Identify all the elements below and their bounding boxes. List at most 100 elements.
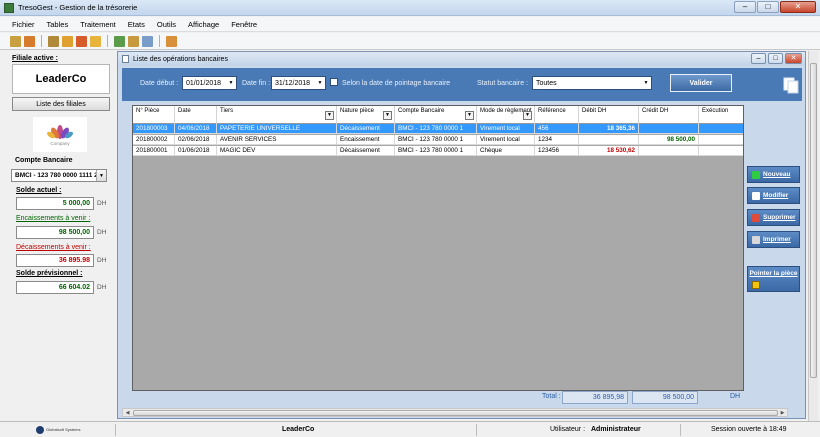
valider-button[interactable]: Valider xyxy=(670,74,732,92)
col-header-mode[interactable]: Mode de règlement ▼ xyxy=(477,106,535,124)
cell-tiers: MAGIC DEV xyxy=(217,146,337,156)
document-icon xyxy=(122,55,129,63)
menu-affichage[interactable]: Affichage xyxy=(188,20,219,29)
globe-icon xyxy=(36,425,44,434)
calendar-dropdown-icon[interactable]: ▼ xyxy=(227,78,235,88)
scroll-left-icon[interactable]: ◀ xyxy=(123,409,132,416)
brand-text: Globalsoft Systems xyxy=(46,427,81,432)
user-settings-icon[interactable] xyxy=(166,35,177,47)
vertical-scrollbar[interactable] xyxy=(808,51,818,421)
cell-debit: 18 365,36 xyxy=(579,124,639,134)
nouveau-button[interactable]: Nouveau xyxy=(747,166,800,183)
cell-mode: Chèque xyxy=(477,146,535,156)
people-icon[interactable] xyxy=(76,35,87,47)
decaissements-label: Décaissements à venir : xyxy=(16,244,91,251)
operations-window: Liste des opérations bancaires – □ ✕ Dat… xyxy=(117,51,806,419)
pointage-checkbox[interactable] xyxy=(330,78,338,86)
cell-date: 04/06/2018 xyxy=(175,124,217,134)
child-titlebar: Liste des opérations bancaires – □ ✕ xyxy=(118,52,805,66)
filter-dropdown-icon[interactable]: ▼ xyxy=(383,111,392,120)
menu-traitement[interactable]: Traitement xyxy=(80,20,116,29)
modifier-button[interactable]: Modifier xyxy=(747,187,800,204)
scroll-thumb[interactable] xyxy=(810,63,817,378)
col-label: Tiers xyxy=(220,108,234,114)
menu-fichier[interactable]: Fichier xyxy=(12,20,35,29)
col-header-compte[interactable]: Compte Bancaire ▼ xyxy=(395,106,477,124)
horizontal-scrollbar[interactable]: ◀ ▶ xyxy=(122,408,788,417)
cell-execution xyxy=(699,146,743,156)
filiale-name: LeaderCo xyxy=(12,64,110,94)
pointage-icon[interactable] xyxy=(128,35,139,47)
brand-logo: Globalsoft Systems xyxy=(36,423,88,436)
chevron-down-icon[interactable]: ▼ xyxy=(642,78,650,88)
col-header-nature[interactable]: Nature pièce ▼ xyxy=(337,106,395,124)
close-button[interactable]: ✕ xyxy=(780,1,816,13)
supprimer-button[interactable]: Supprimer xyxy=(747,209,800,226)
maximize-button[interactable]: □ xyxy=(757,1,779,13)
currency-label: DH xyxy=(97,229,107,236)
list-filiales-button[interactable]: Liste des filiales xyxy=(12,97,110,111)
col-header-piece[interactable]: N° Pièce xyxy=(133,106,175,124)
filter-dropdown-icon[interactable]: ▼ xyxy=(465,111,474,120)
cell-piece: 201800003 xyxy=(133,124,175,134)
date-fin-value: 31/12/2018 xyxy=(275,79,311,87)
calendar-dropdown-icon[interactable]: ▼ xyxy=(316,78,324,88)
tiers-icon[interactable] xyxy=(62,35,73,47)
cell-reference: 123456 xyxy=(535,146,579,156)
col-header-credit[interactable]: Crédit DH xyxy=(639,106,699,124)
menu-fenetre[interactable]: Fenêtre xyxy=(231,20,257,29)
printer-icon xyxy=(752,235,760,244)
filter-bar: Date début : 01/01/2018 ▼ Date fin : 31/… xyxy=(122,68,802,101)
bank-icon[interactable] xyxy=(48,35,59,47)
window-titlebar: TresoGest - Gestion de la trésorerie – □… xyxy=(0,0,820,16)
menu-outils[interactable]: Outils xyxy=(157,20,176,29)
child-minimize-button[interactable]: – xyxy=(751,53,766,64)
key-icon[interactable] xyxy=(10,35,21,47)
pointer-piece-button[interactable]: Pointer la pièce xyxy=(747,266,800,292)
menu-etats[interactable]: Etats xyxy=(128,20,145,29)
imprimer-button[interactable]: Imprimer xyxy=(747,231,800,248)
table-row[interactable]: 201800001 01/06/2018 MAGIC DEV Décaissem… xyxy=(133,146,743,156)
pointage-icon xyxy=(752,281,760,289)
col-header-debit[interactable]: Débit DH xyxy=(579,106,639,124)
button-label: Nouveau xyxy=(763,171,791,178)
operations-icon[interactable] xyxy=(114,35,125,47)
table-row[interactable]: 201800003 04/06/2018 PAPETERIE UNIVERSEL… xyxy=(133,124,743,134)
cell-piece: 201800001 xyxy=(133,146,175,156)
filter-dropdown-icon[interactable]: ▼ xyxy=(325,111,334,120)
cell-debit xyxy=(579,135,639,145)
copy-icon[interactable] xyxy=(782,76,800,94)
col-header-execution[interactable]: Exécution xyxy=(699,106,743,124)
cell-execution xyxy=(699,135,743,145)
scroll-right-icon[interactable]: ▶ xyxy=(778,409,787,416)
cell-reference: 456 xyxy=(535,124,579,134)
col-header-reference[interactable]: Référence xyxy=(535,106,579,124)
col-label: Nature pièce xyxy=(340,108,375,114)
cell-mode: Virement local xyxy=(477,124,535,134)
date-debut-input[interactable]: 01/01/2018 ▼ xyxy=(182,76,237,90)
operations-grid: N° Pièce Date Tiers ▼ Nature pièce ▼ Compt… xyxy=(132,105,744,391)
toolbar-separator xyxy=(107,35,108,47)
child-close-button[interactable]: ✕ xyxy=(785,53,802,64)
table-row[interactable]: 201800002 02/06/2018 AVENIR SERVICES Enc… xyxy=(133,135,743,145)
compte-value: BMCI - 123 780 0000 1111 2 xyxy=(15,172,98,179)
cell-nature: Encaissement xyxy=(337,135,395,145)
previsionnel-value: 66 604.02 xyxy=(16,281,94,294)
menu-tables[interactable]: Tables xyxy=(47,20,69,29)
filiale-label: Filiale active : xyxy=(12,55,58,62)
report-icon[interactable] xyxy=(142,35,153,47)
col-header-date[interactable]: Date xyxy=(175,106,217,124)
solde-actuel-value: 5 000,00 xyxy=(16,197,94,210)
child-maximize-button[interactable]: □ xyxy=(768,53,783,64)
users-icon[interactable] xyxy=(24,35,35,47)
filter-dropdown-icon[interactable]: ▼ xyxy=(523,111,532,120)
minimize-button[interactable]: – xyxy=(734,1,756,13)
date-fin-input[interactable]: 31/12/2018 ▼ xyxy=(271,76,326,90)
cell-credit xyxy=(639,124,699,134)
wallet-icon[interactable] xyxy=(90,35,101,47)
compte-select[interactable]: BMCI - 123 780 0000 1111 2 ▼ xyxy=(11,169,107,182)
statut-select[interactable]: Toutes ▼ xyxy=(532,76,652,90)
col-header-tiers[interactable]: Tiers ▼ xyxy=(217,106,337,124)
scroll-thumb[interactable] xyxy=(133,410,778,416)
chevron-down-icon[interactable]: ▼ xyxy=(96,170,106,181)
